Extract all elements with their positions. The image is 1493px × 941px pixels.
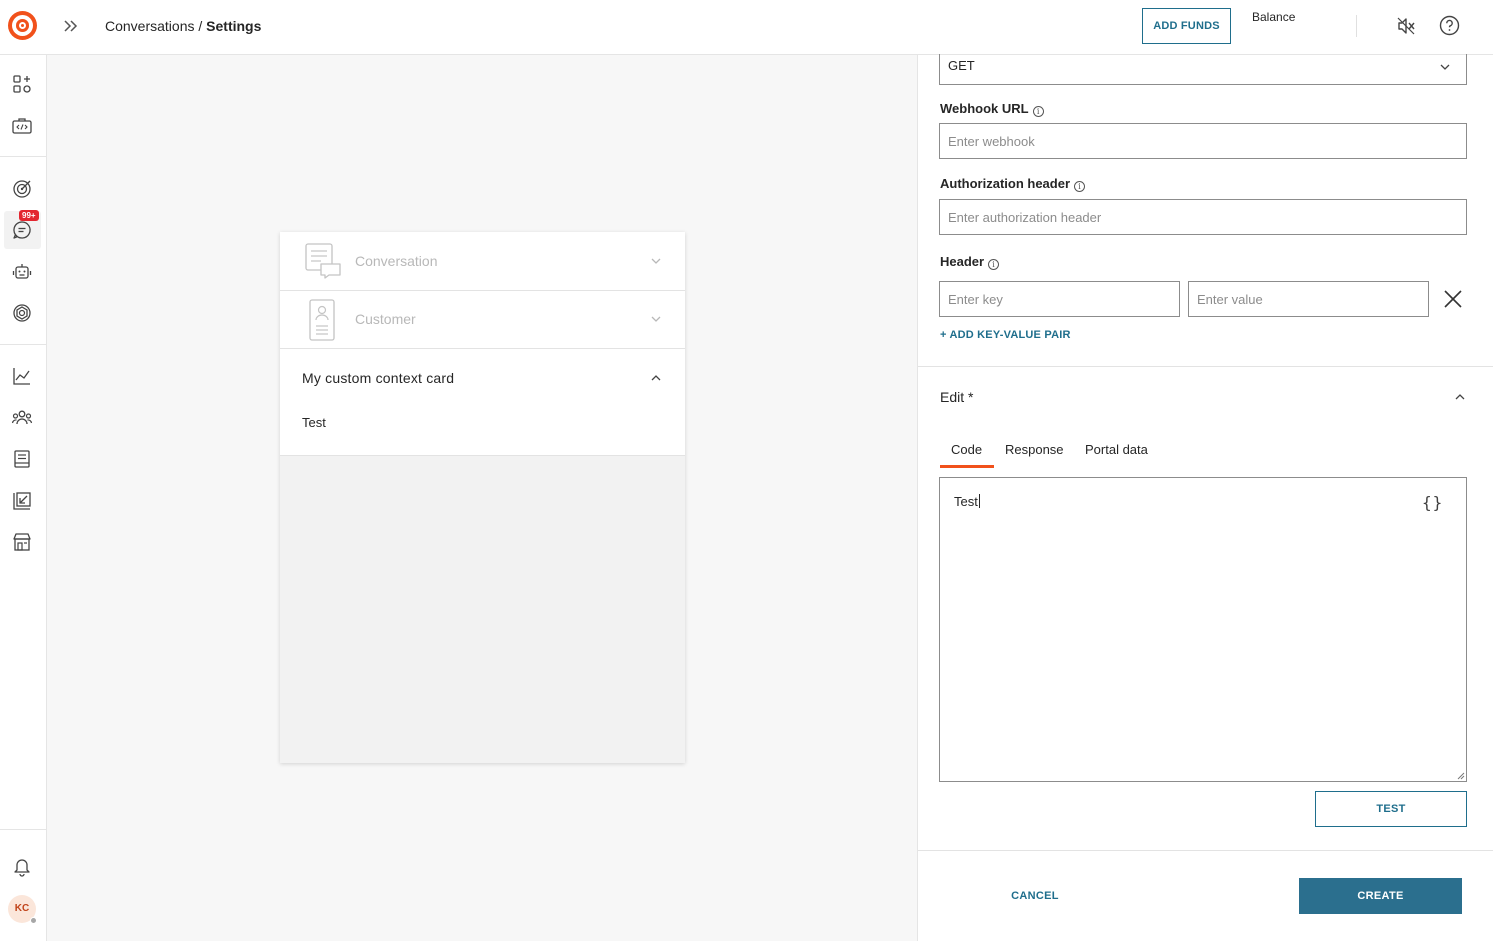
sidebar: 99+ KC (0, 55, 47, 941)
customer-card-icon (309, 299, 335, 341)
nav-divider (0, 344, 47, 345)
conversations-icon[interactable] (11, 219, 33, 241)
sound-muted-icon[interactable] (1396, 16, 1416, 36)
context-card-preview: Conversation Customer My custom context … (280, 232, 685, 763)
logo[interactable] (8, 11, 37, 40)
close-icon[interactable] (1442, 288, 1464, 310)
divider (1356, 15, 1357, 37)
notification-badge: 99+ (19, 210, 39, 221)
code-editor[interactable]: Test {} (939, 477, 1467, 782)
nav-divider (0, 156, 47, 157)
method-select[interactable]: GET (939, 54, 1467, 85)
text-caret (978, 494, 980, 508)
custom-context-card: My custom context card Test (280, 349, 685, 456)
balance-label: Balance (1252, 10, 1296, 24)
nav-divider (0, 829, 47, 830)
webhook-url-label-text: Webhook URL (940, 101, 1029, 116)
breadcrumb-current: Settings (206, 18, 262, 34)
target-icon[interactable] (11, 178, 33, 200)
developer-toolbox-icon[interactable] (11, 115, 33, 137)
bot-icon[interactable] (11, 261, 33, 283)
authorization-header-input[interactable] (939, 199, 1467, 235)
header-label-text: Header (940, 254, 985, 269)
info-icon[interactable]: i (1032, 106, 1044, 117)
create-button[interactable]: CREATE (1299, 878, 1462, 914)
breadcrumb-parent[interactable]: Conversations (105, 18, 195, 34)
resize-handle-icon[interactable] (1457, 772, 1465, 780)
status-dot (30, 917, 37, 924)
analytics-icon[interactable] (11, 365, 33, 387)
chevron-up-icon[interactable] (649, 371, 663, 385)
top-bar: Conversations / Settings ADD FUNDS Balan… (0, 0, 1493, 55)
chevron-down-icon[interactable] (649, 254, 663, 268)
code-editor-content[interactable]: Test (954, 494, 980, 509)
info-icon[interactable]: i (988, 259, 1000, 270)
preview-row-label: Conversation (355, 253, 438, 269)
tab-code[interactable]: Code (951, 442, 982, 457)
authorization-header-label-text: Authorization header (940, 176, 1071, 191)
webhook-url-label: Webhook URL i (940, 101, 1044, 117)
add-funds-button[interactable]: ADD FUNDS (1142, 8, 1231, 44)
conversation-card-icon (305, 243, 341, 279)
custom-card-body: Test (302, 415, 326, 430)
section-divider (918, 366, 1493, 367)
tab-portal-data[interactable]: Portal data (1085, 442, 1148, 457)
tab-response[interactable]: Response (1005, 442, 1064, 457)
section-divider (918, 850, 1493, 851)
people-icon[interactable] (11, 407, 33, 429)
test-button[interactable]: TEST (1315, 791, 1467, 827)
book-icon[interactable] (11, 448, 33, 470)
bell-icon[interactable] (11, 855, 33, 877)
chevron-down-icon (1440, 64, 1450, 70)
header-label: Header i (940, 254, 1000, 270)
header-key-input[interactable] (939, 281, 1180, 317)
custom-card-title: My custom context card (302, 370, 455, 386)
format-braces-icon[interactable]: {} (1422, 493, 1443, 512)
preview-row-customer[interactable]: Customer (280, 291, 685, 349)
authorization-header-label: Authorization header i (940, 176, 1086, 192)
info-icon[interactable]: i (1074, 181, 1086, 192)
webhook-url-input[interactable] (939, 123, 1467, 159)
settings-panel: GET Webhook URLi Authorization headeri H… (917, 54, 1493, 941)
store-icon[interactable] (11, 531, 33, 553)
edit-section-title: Edit * (940, 389, 974, 405)
add-key-value-pair-button[interactable]: + ADD KEY-VALUE PAIR (940, 329, 1071, 341)
preview-row-conversation[interactable]: Conversation (280, 232, 685, 291)
apps-add-icon[interactable] (11, 73, 33, 95)
code-editor-text: Test (954, 494, 978, 509)
openai-icon[interactable] (11, 302, 33, 324)
breadcrumb-separator: / (194, 18, 207, 34)
method-select-value: GET (948, 58, 975, 73)
cancel-button[interactable]: CANCEL (998, 878, 1072, 914)
exchange-icon[interactable] (11, 490, 33, 512)
header-value-input[interactable] (1188, 281, 1429, 317)
active-tab-indicator (940, 465, 994, 468)
help-icon[interactable] (1439, 15, 1460, 36)
breadcrumb: Conversations / Settings (105, 18, 261, 34)
expand-sidebar-icon[interactable] (60, 16, 80, 36)
preview-row-label: Customer (355, 311, 416, 327)
chevron-up-icon[interactable] (1453, 390, 1467, 404)
chevron-down-icon[interactable] (649, 312, 663, 326)
